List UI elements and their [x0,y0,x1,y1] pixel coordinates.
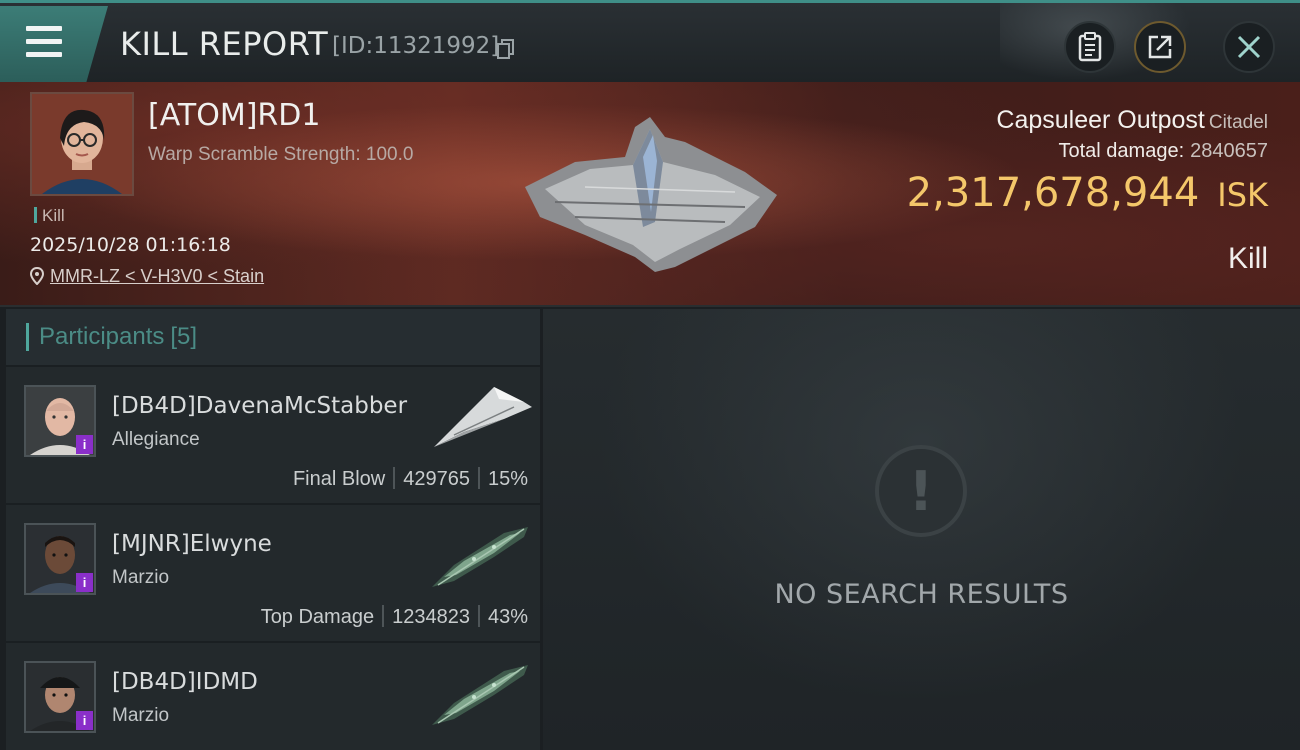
avatar[interactable]: i [24,385,96,457]
participant-ship-image [432,527,528,587]
location-text: MMR-LZ < V-H3V0 < Stain [50,266,265,286]
participant-corp: Marzio [112,567,170,588]
info-badge: i [76,711,93,730]
pilot-avatar [32,94,132,194]
participant-corp: Allegiance [112,429,200,450]
target-name: Capsuleer Outpost [996,106,1205,134]
clipboard-icon [1078,32,1102,62]
avatar[interactable]: i [24,661,96,733]
participant-stats: Top Damage 1234823 43% [261,605,528,629]
participants-header: Participants [5] [6,309,540,367]
victim-pilot-name[interactable]: [ATOM]RD1 [148,98,320,133]
participant-corp: Marzio [112,705,170,726]
victim-structure-image [525,117,777,272]
participants-count: [5] [170,323,198,350]
participant-role: Final Blow [292,468,386,490]
participant-row[interactable]: i [MJNR]Elwyne Marzio Top Damage 1234823 4… [6,505,540,643]
avatar[interactable]: i [24,523,96,595]
participant-percent: 43% [487,606,528,628]
warp-scramble-strength: Warp Scramble Strength: 100.0 [148,144,414,165]
total-damage-label: Total damage: [1058,140,1185,162]
kill-summary-banner: [ATOM]RD1 Warp Scramble Strength: 100.0 … [0,82,1300,307]
participant-row[interactable]: i [DB4D]IDMD Marzio [6,643,540,750]
kill-type-tag: Kill [34,206,65,226]
menu-button[interactable] [0,6,108,82]
isk-unit: ISK [1217,176,1268,214]
location-link[interactable]: MMR-LZ < V-H3V0 < Stain [30,266,264,287]
participants-panel: Participants [5] i [DB4D]DavenaMcStabber… [6,309,540,750]
victim-portrait[interactable] [30,92,134,196]
menu-icon [26,26,62,31]
clipboard-button[interactable] [1064,21,1116,73]
total-damage: Total damage: 2840657 [1058,140,1268,163]
participant-name[interactable]: [DB4D]DavenaMcStabber [112,393,407,419]
no-results-message: NO SEARCH RESULTS [774,579,1069,610]
participant-name[interactable]: [DB4D]IDMD [112,669,258,695]
participant-damage: 429765 [403,468,470,490]
participant-stats: Final Blow 429765 15% [293,467,528,491]
info-badge: i [76,435,93,454]
participant-name[interactable]: [MJNR]Elwyne [112,531,272,557]
participant-damage: 1234823 [392,606,470,628]
share-icon [1148,35,1172,59]
close-icon [1237,35,1261,59]
participant-ship-image [434,387,532,447]
participant-percent: 15% [487,468,528,490]
target-info: Capsuleer Outpost Citadel [996,106,1268,135]
page-title: KILL REPORT [120,25,329,63]
search-results-panel: ! NO SEARCH RESULTS [543,309,1300,750]
copy-icon[interactable] [497,39,515,59]
participant-row[interactable]: i [DB4D]DavenaMcStabber Allegiance Final… [6,367,540,505]
target-type: Citadel [1208,112,1268,133]
participant-ship-image [432,665,528,725]
info-badge: i [76,573,93,592]
report-id: [ID:11321992] [332,33,500,59]
result-label: Kill [1227,242,1268,275]
participant-role: Top Damage [260,606,375,628]
isk-value: 2,317,678,944 [906,170,1200,216]
isk-value-display: 2,317,678,944 ISK [907,170,1268,216]
share-button[interactable] [1134,21,1186,73]
close-button[interactable] [1223,21,1275,73]
location-pin-icon [30,267,44,285]
total-damage-value: 2840657 [1190,140,1268,162]
kill-timestamp: 2025/10/28 01:16:18 [30,234,231,256]
participants-label: Participants [39,323,165,350]
exclamation-icon: ! [875,445,967,537]
top-bar: KILL REPORT [ID:11321992] [0,0,1300,85]
